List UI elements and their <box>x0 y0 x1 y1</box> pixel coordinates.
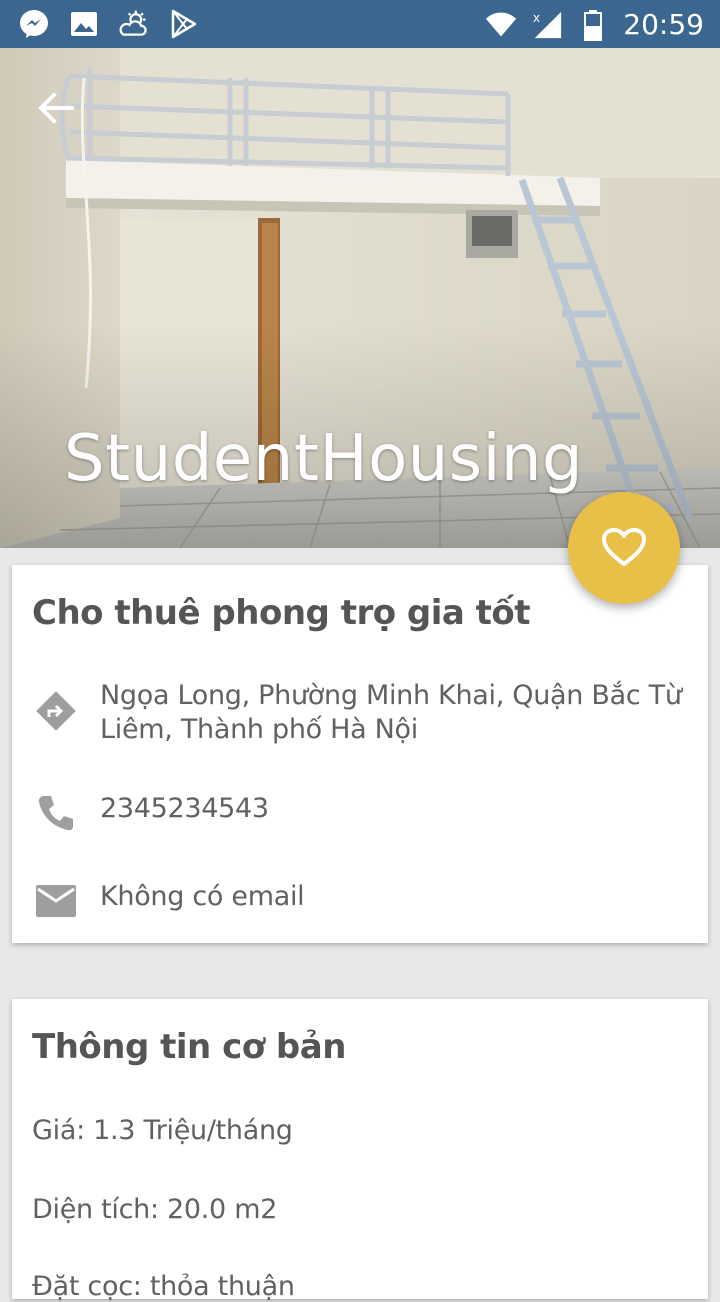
play-store-icon <box>168 8 200 40</box>
basic-info-card: Thông tin cơ bản Giá: 1.3 Triệu/tháng Di… <box>12 999 708 1302</box>
listing-card: Cho thuê phong trọ gia tốt Ngọa Long, Ph… <box>12 565 708 943</box>
weather-icon <box>118 8 150 40</box>
deposit-text: Đặt cọc: thỏa thuận <box>32 1271 295 1302</box>
phone-text[interactable]: 2345234543 <box>100 792 684 826</box>
email-icon <box>34 879 78 923</box>
email-text: Không có email <box>100 881 305 912</box>
signal-icon: x <box>531 9 563 41</box>
svg-text:x: x <box>533 11 540 25</box>
directions-icon <box>34 689 78 733</box>
hero-title: StudentHousing <box>64 422 584 496</box>
clock: 20:59 <box>623 8 704 41</box>
wifi-icon <box>485 9 517 41</box>
phone-icon <box>34 791 78 835</box>
status-bar: x 20:59 <box>0 0 720 48</box>
battery-icon <box>577 9 609 41</box>
basic-info-title: Thông tin cơ bản <box>32 1027 346 1067</box>
favorite-button[interactable] <box>568 492 680 604</box>
arrow-left-icon <box>38 92 74 124</box>
price-text: Giá: 1.3 Triệu/tháng <box>32 1115 293 1146</box>
back-button[interactable] <box>28 80 84 136</box>
messenger-icon <box>18 8 50 40</box>
gallery-icon <box>68 8 100 40</box>
hero-image: StudentHousing <box>0 48 720 548</box>
heart-outline-icon <box>602 528 646 566</box>
area-text: Diện tích: 20.0 m2 <box>32 1194 278 1225</box>
address-text: Ngọa Long, Phường Minh Khai, Quận Bắc Từ… <box>100 680 682 745</box>
listing-title: Cho thuê phong trọ gia tốt <box>32 593 531 633</box>
